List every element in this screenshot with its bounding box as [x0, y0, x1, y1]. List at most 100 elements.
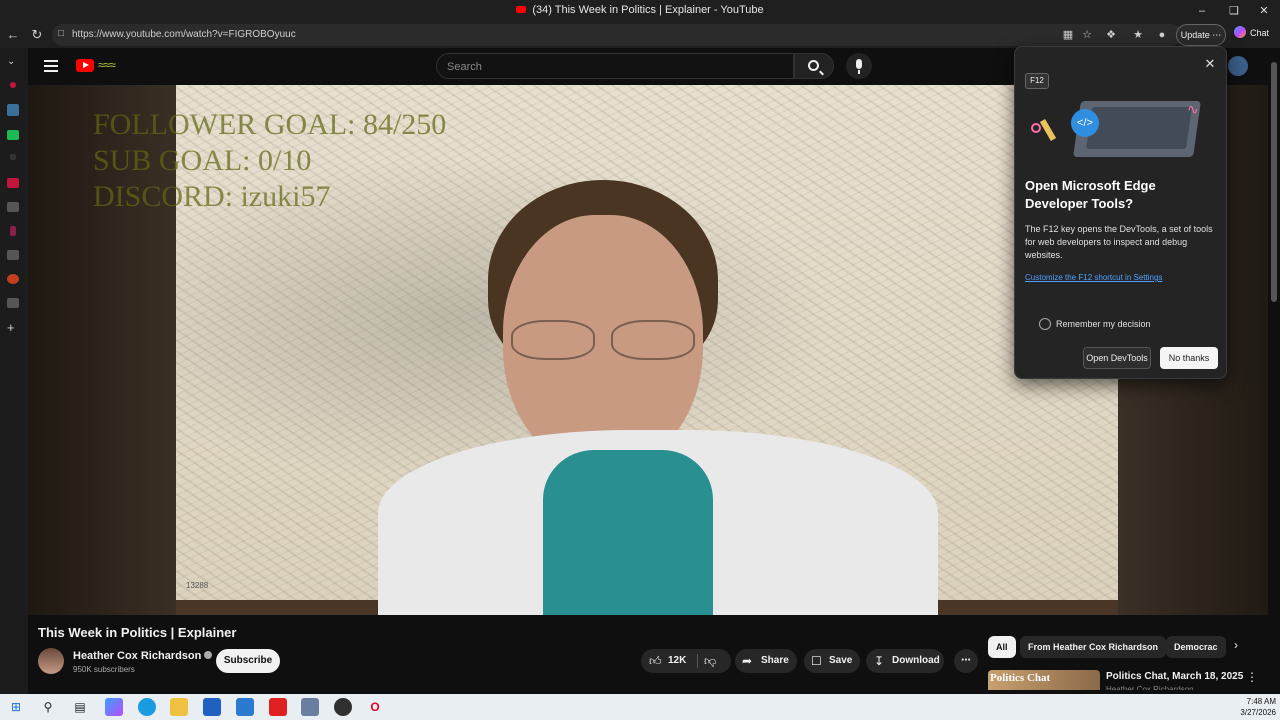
recommended-video-title[interactable]: Politics Chat, March 18, 2025 [1106, 671, 1243, 682]
customize-shortcut-link[interactable]: Customize the F12 shortcut in Settings [1025, 273, 1162, 282]
chat-label: Chat [1250, 28, 1270, 38]
subscriber-count: 950K subscribers [73, 665, 135, 674]
code-brackets-icon: </> [1071, 109, 1099, 137]
tab-favicon-icon[interactable] [7, 202, 19, 212]
mail-icon[interactable] [236, 698, 254, 716]
profile-icon[interactable]: ● [1154, 27, 1170, 43]
presenter [378, 180, 938, 615]
clock-time: 7:48 AM [1246, 697, 1276, 706]
more-actions-button[interactable]: ⋯ [954, 649, 978, 673]
back-icon[interactable]: ← [4, 26, 22, 44]
like-count[interactable]: 12K [668, 649, 686, 673]
tab-favicon-icon[interactable] [10, 154, 16, 160]
minimize-icon[interactable]: – [1186, 0, 1218, 22]
tab-favicon-icon[interactable] [7, 178, 19, 188]
windows-start-icon[interactable]: ⊞ [7, 698, 25, 716]
youtube-logo-icon[interactable] [76, 59, 94, 72]
thumbnail-text: Politics Chat [990, 672, 1051, 684]
tab-favicon-icon[interactable] [7, 250, 19, 260]
browser-sidebar: ⌄ + [0, 48, 28, 696]
active-tab-icon[interactable] [7, 104, 19, 116]
system-clock[interactable]: 7:48 AM 3/27/2026 [1232, 696, 1276, 718]
chart-number-label: 13288 [186, 581, 209, 590]
search-button[interactable] [794, 53, 834, 79]
channel-avatar[interactable] [38, 648, 64, 674]
squiggle-decoration-icon: ∿ [1187, 101, 1199, 117]
download-button[interactable]: ↧ Download [866, 649, 944, 673]
close-icon[interactable]: ✕ [1203, 57, 1217, 71]
app-icon[interactable] [301, 698, 319, 716]
voice-search-button[interactable] [846, 53, 872, 79]
url-text[interactable]: https://www.youtube.com/watch?v=FIGROBOy… [72, 29, 296, 40]
follower-goal-text: FOLLOWER GOAL: 84/250 [93, 108, 447, 141]
copilot-taskbar-icon[interactable] [105, 698, 123, 716]
close-window-icon[interactable]: ✕ [1248, 0, 1280, 22]
channel-name[interactable]: Heather Cox Richardson [73, 650, 213, 662]
presenter-scarf [543, 450, 713, 615]
thumbs-up-icon[interactable]: 👍︎ [649, 649, 662, 673]
search-input[interactable] [447, 58, 777, 76]
chevron-down-icon[interactable]: ⌄ [7, 56, 19, 67]
youtube-app-icon[interactable] [269, 698, 287, 716]
account-avatar[interactable] [1228, 56, 1248, 76]
no-thanks-button[interactable]: No thanks [1160, 347, 1218, 369]
tab-favicon-icon[interactable] [10, 226, 16, 236]
new-tab-plus-icon[interactable]: + [7, 320, 19, 335]
tab-favicon-icon[interactable] [7, 298, 19, 308]
ring-decoration-icon [1031, 123, 1041, 133]
window-title: (34) This Week in Politics | Explainer -… [0, 4, 1280, 16]
remember-radio[interactable] [1039, 318, 1051, 330]
dialog-heading: Open Microsoft Edge Developer Tools? [1025, 178, 1156, 211]
extensions-icon[interactable]: ❖ [1103, 27, 1119, 43]
menu-icon[interactable] [44, 60, 58, 72]
video-title: This Week in Politics | Explainer [38, 625, 237, 640]
search-icon[interactable]: ⚲ [39, 698, 57, 716]
tab-favicon-icon[interactable] [7, 130, 19, 140]
address-bar[interactable]: □ https://www.youtube.com/watch?v=FIGROB… [52, 24, 1182, 46]
like-dislike-group: 👍︎ 12K 👎︎ [641, 649, 731, 673]
windows-taskbar: ⊞ ⚲ ▤ O 7:48 AM 3/27/2026 [0, 694, 1280, 720]
download-label: Download [892, 655, 940, 666]
favorite-star-icon[interactable]: ☆ [1079, 27, 1095, 43]
share-button[interactable]: ➦ Share [735, 649, 797, 673]
copilot-chat-button[interactable]: Chat [1234, 26, 1269, 38]
verified-icon [204, 651, 213, 659]
save-button[interactable]: ☐ Save [804, 649, 860, 673]
page-scrollbar[interactable] [1268, 48, 1280, 688]
edge-browser-icon[interactable] [138, 698, 156, 716]
youtube-favicon-icon [516, 6, 527, 13]
recommended-video-thumbnail[interactable]: Politics Chat [988, 670, 1100, 690]
tab-favicon-icon[interactable] [7, 274, 19, 284]
kebab-menu-icon[interactable]: ⋮ [1246, 670, 1258, 684]
update-button[interactable]: Update ⋯ [1176, 24, 1226, 46]
subscribe-button[interactable]: Subscribe [216, 649, 280, 673]
task-view-icon[interactable]: ▤ [71, 698, 89, 716]
lock-icon: □ [58, 28, 65, 39]
refresh-icon[interactable]: ↻ [28, 26, 46, 44]
tab-title: (34) This Week in Politics | Explainer -… [532, 4, 764, 16]
file-explorer-icon[interactable] [170, 698, 188, 716]
download-icon: ↧ [874, 654, 885, 668]
tab-favicon-icon[interactable] [10, 82, 16, 88]
chip-all[interactable]: All [988, 636, 1016, 658]
thumbs-down-icon[interactable]: 👎︎ [704, 649, 716, 673]
chip-from-channel[interactable]: From Heather Cox Richardson [1020, 636, 1167, 658]
scrollbar-thumb[interactable] [1271, 62, 1277, 302]
remember-label: Remember my decision [1056, 319, 1151, 329]
app-icon[interactable] [334, 698, 352, 716]
dialog-description: The F12 key opens the DevTools, a set of… [1025, 224, 1213, 260]
browser-title-bar: (34) This Week in Politics | Explainer -… [0, 0, 1280, 22]
app-available-icon[interactable]: ▦ [1060, 27, 1076, 43]
favorites-icon[interactable]: ★ [1130, 27, 1146, 43]
store-icon[interactable] [203, 698, 221, 716]
save-label: Save [829, 655, 853, 666]
restore-icon[interactable]: ❑ [1218, 0, 1250, 22]
opera-icon[interactable]: O [366, 698, 384, 716]
youtube-doodle-logo[interactable]: ≈≈≈ [98, 58, 144, 74]
chevron-right-icon[interactable]: › [1234, 638, 1238, 652]
open-devtools-button[interactable]: Open DevTools [1083, 347, 1151, 369]
clock-date: 3/27/2026 [1240, 708, 1276, 717]
channel-name-text[interactable]: Heather Cox Richardson [73, 650, 201, 662]
chip-democracy[interactable]: Democrac [1166, 636, 1226, 658]
search-icon [808, 60, 819, 71]
